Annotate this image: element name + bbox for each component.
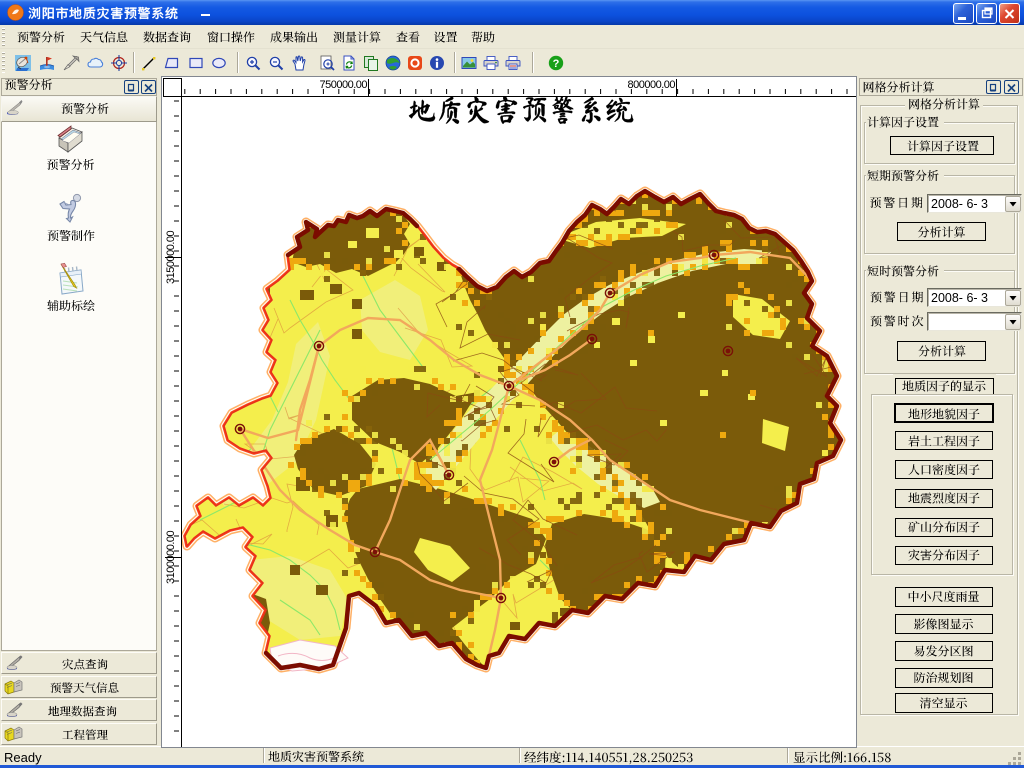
svg-text:3100000.00: 3100000.00 (165, 531, 177, 584)
svg-text:750000.00: 750000.00 (320, 79, 368, 91)
svg-text:3150000.00: 3150000.00 (165, 231, 177, 284)
svg-text:800000.00: 800000.00 (628, 79, 676, 91)
